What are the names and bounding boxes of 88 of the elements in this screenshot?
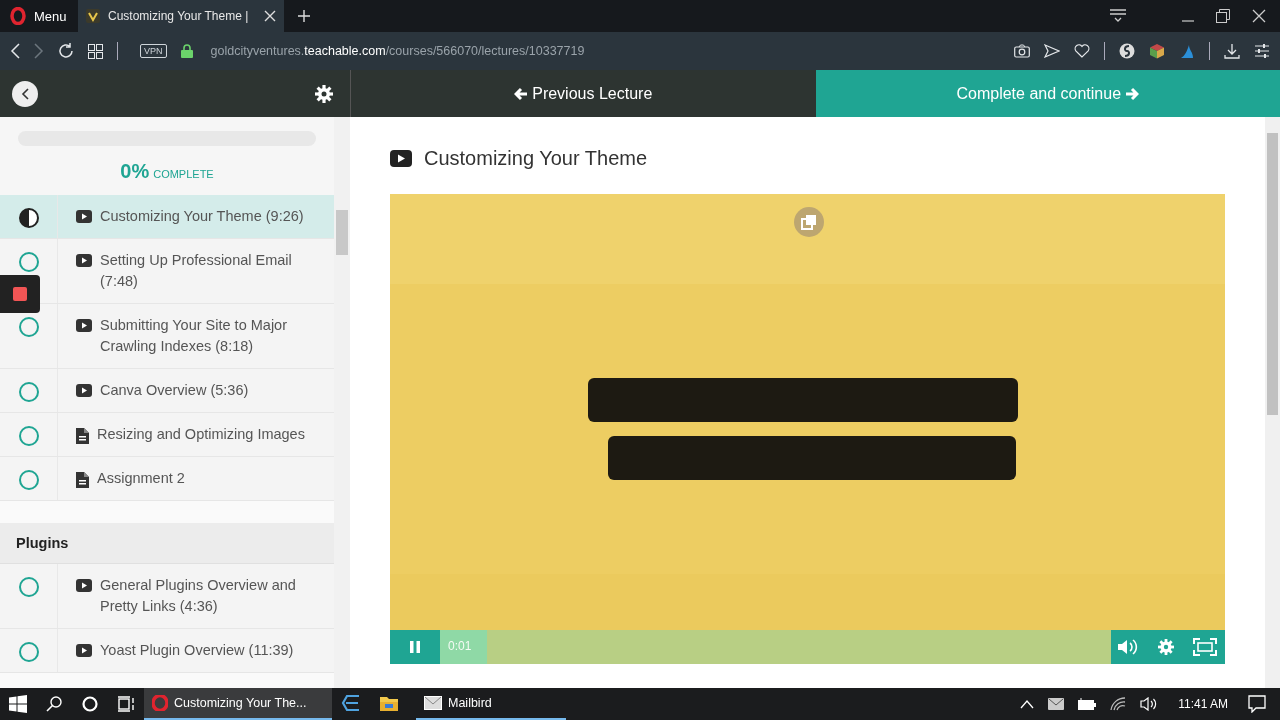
pause-icon	[410, 641, 420, 653]
lesson-title: Yoast Plugin Overview (11:39)	[100, 641, 294, 660]
opera-logo-icon	[10, 7, 26, 25]
windows-start-icon[interactable]	[9, 695, 27, 713]
browser-tab[interactable]: Customizing Your Theme |	[78, 0, 284, 32]
grid-icon[interactable]	[88, 43, 103, 59]
back-icon[interactable]	[10, 43, 20, 59]
video-icon	[76, 384, 92, 397]
task-view-icon[interactable]	[117, 696, 135, 712]
envelope-icon	[424, 696, 442, 710]
lesson-title: Resizing and Optimizing Images	[97, 425, 305, 444]
video-icon	[76, 254, 92, 267]
search-icon[interactable]	[46, 696, 62, 712]
close-icon[interactable]	[1252, 9, 1266, 23]
lesson-item[interactable]: Setting Up Professional Email (7:48)	[0, 239, 334, 304]
settings-sliders-icon[interactable]	[1254, 43, 1270, 59]
lesson-title: General Plugins Overview and Pretty Links (4:36)	[100, 576, 297, 616]
popout-icon	[801, 214, 817, 230]
video-icon	[76, 644, 92, 657]
document-icon	[76, 428, 89, 444]
lesson-item[interactable]: Resizing and Optimizing Images	[0, 413, 334, 457]
restore-icon[interactable]	[1216, 9, 1230, 23]
percent-complete: 0%	[120, 160, 150, 183]
settings-icon[interactable]	[314, 83, 334, 104]
cortana-circle-icon[interactable]	[82, 696, 98, 712]
cube-icon[interactable]	[1149, 43, 1165, 59]
lesson-title: Assignment 2	[97, 469, 185, 488]
forward-icon	[34, 43, 44, 59]
favicon-icon	[86, 9, 100, 23]
url-field[interactable]: goldcityventures.teachable.com/courses/566070/lectures/10337719	[210, 44, 585, 58]
folder-icon	[379, 694, 399, 712]
lesson-item[interactable]: Submitting Your Site to Major Crawling Indexes (8:18)	[0, 304, 334, 369]
send-icon[interactable]	[1044, 44, 1060, 58]
lock-icon	[180, 44, 193, 58]
video-icon	[76, 319, 92, 332]
lesson-title: Customizing Your Theme (9:26)	[100, 207, 304, 226]
opera-icon	[152, 695, 168, 711]
vpn-badge[interactable]: VPN	[140, 44, 167, 58]
video-icon	[390, 150, 412, 167]
chevron-up-icon[interactable]	[1020, 699, 1035, 709]
time-label: 0:01	[448, 639, 472, 653]
settings-button[interactable]	[1157, 638, 1175, 656]
lesson-item[interactable]: General Plugins Overview and Pretty Links (4:36)	[0, 564, 334, 629]
menu-button[interactable]: Menu	[0, 0, 78, 32]
lesson-item[interactable]: Canva Overview (5:36)	[0, 369, 334, 413]
scrollbar-thumb[interactable]	[1267, 133, 1278, 415]
fullscreen-button[interactable]	[1193, 638, 1217, 656]
notifications-icon[interactable]	[1248, 695, 1266, 713]
wifi-icon[interactable]	[1110, 697, 1127, 711]
pause-button[interactable]	[390, 630, 440, 664]
settings-icon	[1157, 638, 1175, 656]
chevron-left-icon	[21, 87, 29, 100]
lecture-title: Customizing Your Theme	[424, 147, 648, 170]
lesson-item[interactable]: Yoast Plugin Overview (11:39)	[0, 629, 334, 673]
close-icon[interactable]	[264, 10, 276, 22]
lesson-title: Canva Overview (5:36)	[100, 381, 249, 400]
volume-icon[interactable]	[1140, 697, 1159, 711]
lesson-title: Setting Up Professional Email (7:48)	[100, 251, 293, 291]
battery-icon[interactable]	[1078, 698, 1097, 710]
lesson-title: Submitting Your Site to Major Crawling Indexes (8:18)	[100, 316, 288, 356]
e-icon	[341, 694, 361, 712]
reload-icon[interactable]	[58, 43, 74, 59]
swirl-circle-icon[interactable]	[1119, 43, 1135, 59]
tab-menu-icon[interactable]	[1110, 9, 1126, 23]
clock[interactable]: 11:41 AM	[1178, 697, 1228, 711]
new-tab-icon[interactable]	[298, 10, 310, 22]
camera-icon[interactable]	[1014, 44, 1030, 58]
document-icon	[76, 472, 89, 488]
video-icon	[76, 210, 92, 223]
arrow-right-icon	[1125, 86, 1140, 101]
scrollbar-thumb[interactable]	[336, 210, 348, 255]
envelope-icon[interactable]	[1048, 698, 1065, 710]
taskbar-app[interactable]: Customizing Your The...	[144, 688, 332, 720]
volume-icon	[1117, 639, 1139, 655]
section-header: Plugins	[0, 523, 334, 564]
volume-button[interactable]	[1117, 639, 1139, 655]
taskbar-app[interactable]: Mailbird	[416, 688, 566, 720]
heart-icon[interactable]	[1074, 44, 1090, 58]
complete-label: COMPLETE	[153, 168, 214, 180]
record-stop-button[interactable]	[0, 275, 40, 313]
back-button[interactable]	[12, 80, 38, 107]
download-icon[interactable]	[1224, 43, 1240, 59]
lesson-item[interactable]: Customizing Your Theme (9:26)	[0, 195, 334, 239]
lesson-item[interactable]: Assignment 2	[0, 457, 334, 501]
previous-lecture-button[interactable]: Previous Lecture	[350, 70, 816, 117]
video-icon	[76, 579, 92, 592]
arrow-left-icon	[514, 86, 529, 101]
fullscreen-icon	[1193, 638, 1217, 656]
